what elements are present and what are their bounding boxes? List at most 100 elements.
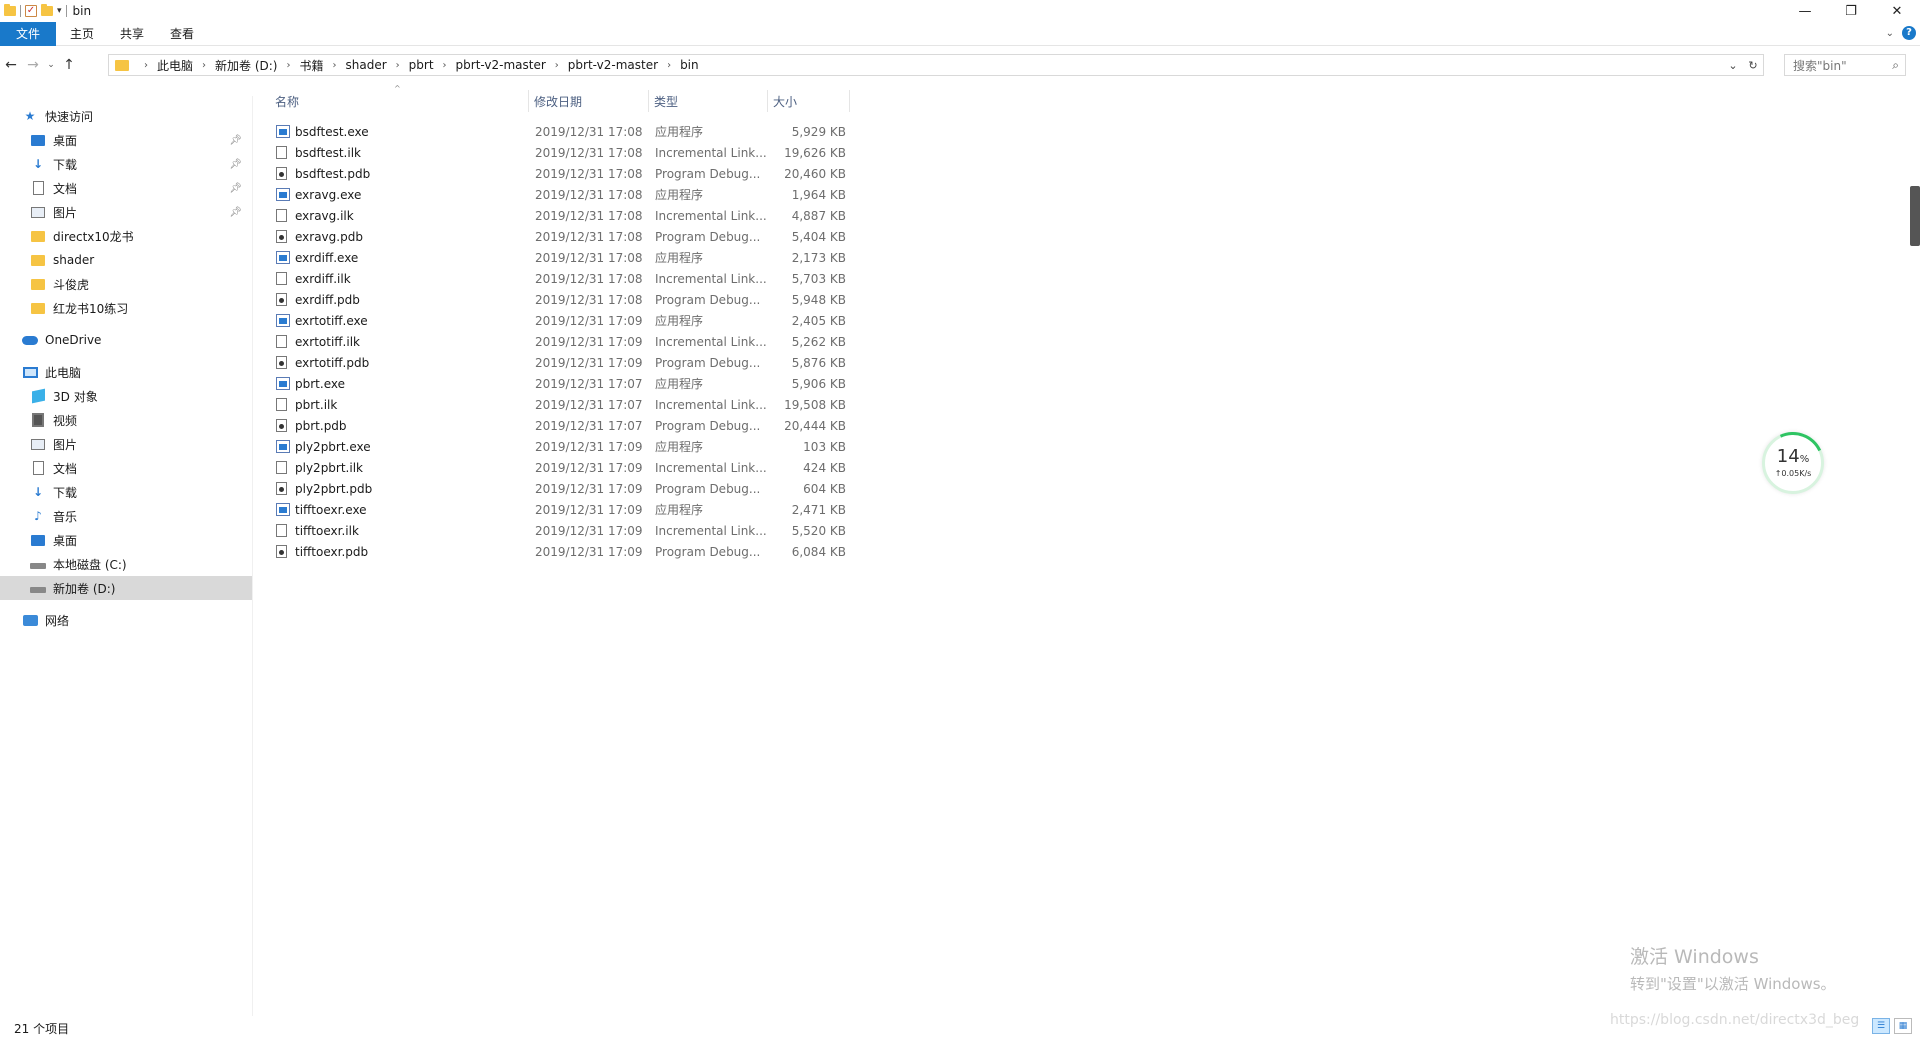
chevron-right-icon[interactable]: ›: [144, 60, 148, 71]
network-speed-widget[interactable]: 14% ↑0.05K/s: [1753, 423, 1833, 503]
sidebar-item-desktop[interactable]: 桌面 📌︎: [0, 128, 252, 152]
table-row[interactable]: ply2pbrt.ilk 2019/12/31 17:09 Incremental …: [270, 457, 850, 478]
pin-icon[interactable]: 📌︎: [229, 135, 242, 146]
table-row[interactable]: exrtotiff.ilk 2019/12/31 17:09 Incremental…: [270, 331, 850, 352]
sidebar-item-shader[interactable]: shader: [0, 248, 252, 272]
table-row[interactable]: exrdiff.pdb 2019/12/31 17:08 Program Debug…: [270, 289, 850, 310]
sidebar-item-pc-desktop[interactable]: 桌面: [0, 528, 252, 552]
table-row[interactable]: bsdftest.exe 2019/12/31 17:08 应用程序 5,929 KB: [270, 121, 850, 142]
table-row[interactable]: bsdftest.ilk 2019/12/31 17:08 Incremental …: [270, 142, 850, 163]
table-row[interactable]: pbrt.pdb 2019/12/31 17:07 Program Debug...…: [270, 415, 850, 436]
column-header-size[interactable]: 大小: [768, 90, 850, 112]
refresh-icon[interactable]: ↻: [1743, 59, 1763, 72]
document-icon: [30, 181, 46, 195]
maximize-button[interactable]: ❐: [1828, 0, 1874, 22]
sidebar-item-directx10[interactable]: directx10龙书: [0, 224, 252, 248]
pin-icon[interactable]: 📌︎: [229, 207, 242, 218]
customize-toolbar-dropdown-icon[interactable]: ▾: [57, 6, 62, 16]
pin-icon[interactable]: 📌︎: [229, 159, 242, 170]
expand-ribbon-icon[interactable]: ⌄: [1886, 28, 1894, 39]
table-row[interactable]: bsdftest.pdb 2019/12/31 17:08 Program Debu…: [270, 163, 850, 184]
tab-home[interactable]: 主页: [58, 22, 106, 46]
table-row[interactable]: ply2pbrt.pdb 2019/12/31 17:09 Program Debu…: [270, 478, 850, 499]
sidebar-item-music[interactable]: ♪ 音乐: [0, 504, 252, 528]
chevron-right-icon[interactable]: ›: [555, 60, 559, 71]
minimize-button[interactable]: —: [1782, 0, 1828, 22]
search-input[interactable]: 搜索"bin" ⌕: [1784, 54, 1906, 76]
table-row[interactable]: tifftoexr.ilk 2019/12/31 17:09 Incremental…: [270, 520, 850, 541]
breadcrumb-shader[interactable]: shader: [346, 58, 387, 72]
sidebar-item-pc-downloads[interactable]: ↓ 下载: [0, 480, 252, 504]
table-row[interactable]: exrtotiff.exe 2019/12/31 17:09 应用程序 2,405 K…: [270, 310, 850, 331]
breadcrumb-books[interactable]: 书籍: [299, 57, 323, 74]
table-row[interactable]: exravg.exe 2019/12/31 17:08 应用程序 1,964 KB: [270, 184, 850, 205]
sidebar-item-pictures[interactable]: 图片 📌︎: [0, 200, 252, 224]
chevron-right-icon[interactable]: ›: [396, 60, 400, 71]
chevron-right-icon[interactable]: ›: [443, 60, 447, 71]
details-view-icon[interactable]: ☰: [1872, 1018, 1890, 1034]
sidebar-item-3d-objects[interactable]: 3D 对象: [0, 384, 252, 408]
blog-watermark: https://blog.csdn.net/directx3d_beg: [1610, 1012, 1860, 1028]
address-bar[interactable]: › 此电脑 › 新加卷 (D:) › 书籍 › shader › pbrt › …: [108, 54, 1764, 76]
breadcrumb-pbrt-v2-master[interactable]: pbrt-v2-master: [456, 58, 546, 72]
chevron-right-icon[interactable]: ›: [333, 60, 337, 71]
table-row[interactable]: tifftoexr.pdb 2019/12/31 17:09 Program Deb…: [270, 541, 850, 562]
table-row[interactable]: exrtotiff.pdb 2019/12/31 17:09 Program Deb…: [270, 352, 850, 373]
properties-icon[interactable]: ✓: [25, 5, 37, 17]
sidebar-item-drive-c[interactable]: 本地磁盘 (C:): [0, 552, 252, 576]
table-row[interactable]: ply2pbrt.exe 2019/12/31 17:09 应用程序 103 KB: [270, 436, 850, 457]
table-row[interactable]: exravg.ilk 2019/12/31 17:08 Incremental Li…: [270, 205, 850, 226]
sidebar-item-pc-documents[interactable]: 文档: [0, 456, 252, 480]
sidebar-item-this-pc[interactable]: 此电脑: [0, 360, 252, 384]
sidebar-item-downloads[interactable]: ↓ 下载 📌︎: [0, 152, 252, 176]
table-row[interactable]: pbrt.exe 2019/12/31 17:07 应用程序 5,906 KB: [270, 373, 850, 394]
close-button[interactable]: ✕: [1874, 0, 1920, 22]
file-type: 应用程序: [655, 503, 704, 517]
table-row[interactable]: exrdiff.ilk 2019/12/31 17:08 Incremental L…: [270, 268, 850, 289]
breadcrumb-bin[interactable]: bin: [680, 58, 699, 72]
tab-file[interactable]: 文件: [0, 21, 56, 46]
tab-share[interactable]: 共享: [108, 22, 156, 46]
recent-locations-icon[interactable]: ⌄: [44, 54, 58, 76]
tab-view[interactable]: 查看: [158, 22, 206, 46]
large-icons-view-icon[interactable]: ▦: [1894, 1018, 1912, 1034]
new-folder-icon[interactable]: [41, 4, 53, 16]
column-header-date[interactable]: 修改日期: [529, 90, 649, 112]
sidebar-item-doujunhu[interactable]: 斗俊虎: [0, 272, 252, 296]
column-header-type[interactable]: 类型: [649, 90, 768, 112]
sidebar-item-redbook-practice[interactable]: 红龙书10练习: [0, 296, 252, 320]
sidebar-item-network[interactable]: 网络: [0, 608, 252, 632]
forward-button[interactable]: →: [22, 54, 44, 76]
back-button[interactable]: ←: [0, 54, 22, 76]
search-icon[interactable]: ⌕: [1892, 58, 1899, 73]
file-type: 应用程序: [655, 251, 704, 265]
sidebar-item-documents[interactable]: 文档 📌︎: [0, 176, 252, 200]
breadcrumb-drive-d[interactable]: 新加卷 (D:): [215, 57, 277, 74]
help-icon[interactable]: ?: [1902, 26, 1916, 40]
up-button[interactable]: ↑: [58, 54, 80, 76]
pin-icon[interactable]: 📌︎: [229, 183, 242, 194]
chevron-right-icon[interactable]: ›: [286, 60, 290, 71]
table-row[interactable]: exrdiff.exe 2019/12/31 17:08 应用程序 2,173 KB: [270, 247, 850, 268]
breadcrumb-pbrt-v2-master-inner[interactable]: pbrt-v2-master: [568, 58, 658, 72]
breadcrumb-this-pc[interactable]: 此电脑: [157, 57, 193, 74]
scrollbar-thumb[interactable]: [1910, 186, 1920, 246]
chevron-right-icon[interactable]: ›: [667, 60, 671, 71]
debug-file-icon: [276, 356, 287, 369]
chevron-right-icon[interactable]: ›: [202, 60, 206, 71]
sidebar-item-pc-pictures[interactable]: 图片: [0, 432, 252, 456]
table-row[interactable]: tifftoexr.exe 2019/12/31 17:09 应用程序 2,471 K…: [270, 499, 850, 520]
breadcrumb-pbrt[interactable]: pbrt: [409, 58, 434, 72]
file-size: 4,887 KB: [791, 208, 846, 223]
column-header-name[interactable]: 名称: [270, 90, 529, 112]
sidebar-item-onedrive[interactable]: OneDrive: [0, 328, 252, 352]
file-name: exravg.ilk: [295, 208, 354, 223]
sidebar-item-videos[interactable]: 视频: [0, 408, 252, 432]
table-row[interactable]: pbrt.ilk 2019/12/31 17:07 Incremental Link…: [270, 394, 850, 415]
folder-icon: [30, 277, 46, 291]
address-dropdown-icon[interactable]: ⌄: [1723, 59, 1743, 72]
table-row[interactable]: exravg.pdb 2019/12/31 17:08 Program Debug.…: [270, 226, 850, 247]
sidebar-item-drive-d[interactable]: 新加卷 (D:): [0, 576, 252, 600]
ribbon: 文件 主页 共享 查看 ⌄ ?: [0, 21, 1920, 46]
sidebar-item-quick-access[interactable]: ★ 快速访问: [0, 104, 252, 128]
